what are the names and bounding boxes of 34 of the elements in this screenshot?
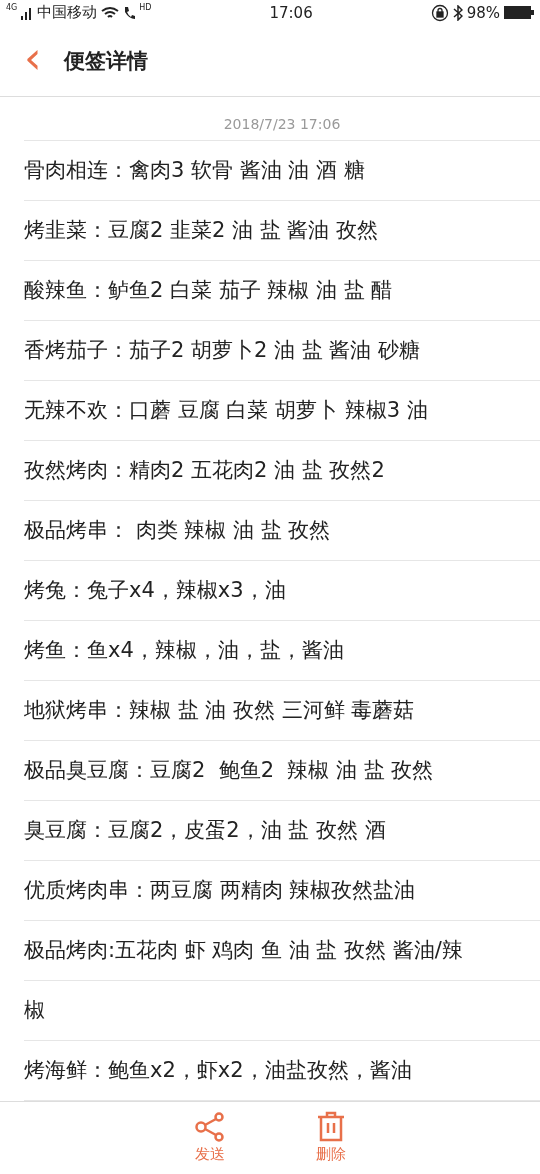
note-line: 地狱烤串：辣椒 盐 油 孜然 三河鲜 毒蘑菇: [24, 697, 415, 725]
signal-icon: [21, 5, 34, 20]
note-line: 孜然烤肉：精肉2 五花肉2 油 盐 孜然2: [24, 457, 385, 485]
phone-icon: [123, 5, 136, 20]
note-line: 烤鱼：鱼x4，辣椒，油，盐，酱油: [24, 637, 344, 665]
bluetooth-icon: [452, 4, 463, 21]
rotation-lock-icon: [430, 3, 449, 22]
hd-label: HD: [139, 3, 152, 12]
note-line: 极品烤肉:五花肉 虾 鸡肉 鱼 油 盐 孜然 酱油/辣: [24, 937, 463, 965]
share-icon: [194, 1111, 226, 1144]
wifi-icon: [101, 5, 120, 20]
page-title: 便签详情: [63, 47, 148, 75]
note-date: 2018/7/23 17:06: [223, 115, 341, 132]
note-line: 烤海鲜：鲍鱼x2，虾x2，油盐孜然，酱油: [24, 1057, 412, 1085]
send-button[interactable]: 发送: [194, 1101, 226, 1174]
note-line: 骨肉相连：禽肉3 软骨 酱油 油 酒 糖: [24, 157, 365, 185]
note-line: 优质烤肉串：两豆腐 两精肉 辣椒孜然盐油: [24, 877, 416, 905]
carrier-name: 中国移动: [37, 3, 98, 23]
delete-button[interactable]: 删除: [316, 1101, 346, 1174]
clock-time: 17:06: [269, 3, 313, 22]
battery-percent: 98%: [466, 3, 500, 22]
note-line: 香烤茄子：茄子2 胡萝卜2 油 盐 酱油 砂糖: [24, 337, 421, 365]
note-line: 极品臭豆腐：豆腐2 鲍鱼2 辣椒 油 盐 孜然: [24, 757, 434, 785]
network-type: 4G: [6, 3, 18, 12]
note-line: 椒: [24, 997, 45, 1025]
trash-icon: [316, 1111, 346, 1144]
note-line: 无辣不欢：口蘑 豆腐 白菜 胡萝卜 辣椒3 油: [24, 397, 428, 425]
battery-icon: [504, 6, 534, 20]
note-line: 臭豆腐：豆腐2，皮蛋2，油 盐 孜然 酒: [24, 817, 386, 845]
note-line: 酸辣鱼：鲈鱼2 白菜 茄子 辣椒 油 盐 醋: [24, 277, 393, 305]
note-line: 烤韭菜：豆腐2 韭菜2 油 盐 酱油 孜然: [24, 217, 379, 245]
back-button[interactable]: ‹: [20, 35, 46, 80]
note-line: 烤兔：兔子x4，辣椒x3，油: [24, 577, 286, 605]
note-line: 极品烤串： 肉类 辣椒 油 盐 孜然: [24, 517, 331, 545]
